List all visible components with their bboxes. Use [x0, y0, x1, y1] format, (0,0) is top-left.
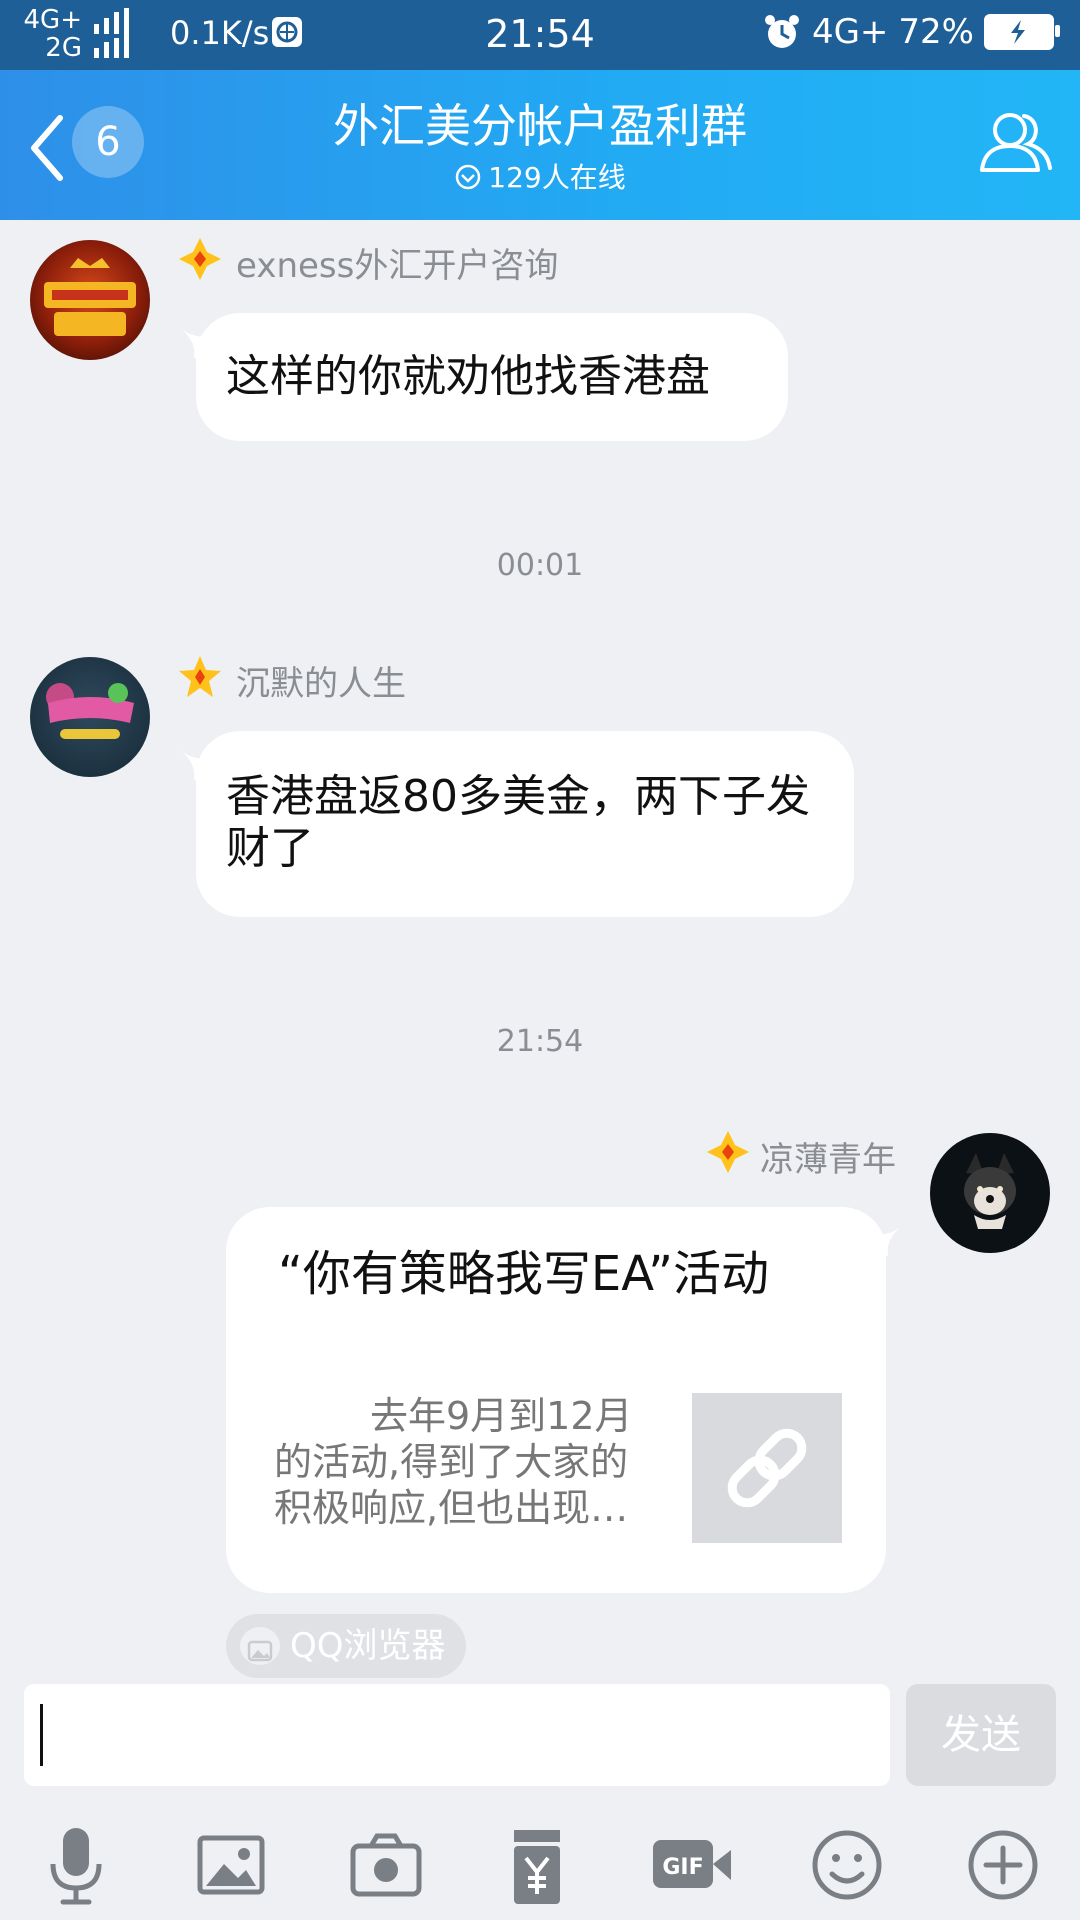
input-toolbar: GIF [0, 1810, 1080, 1920]
gif-icon[interactable]: GIF [647, 1820, 737, 1910]
timestamp: 00:01 [496, 548, 584, 583]
level-diamond-icon [707, 1131, 749, 1173]
battery-charging-icon [984, 14, 1060, 50]
sender-name[interactable]: exness外汇开户咨询 [236, 238, 558, 287]
source-app-name: QQ浏览器 [290, 1626, 446, 1666]
timestamp: 21:54 [496, 1024, 584, 1059]
emoji-icon[interactable] [802, 1820, 892, 1910]
card-description: 去年9月到12月的活动,得到了大家的积极响应,但也出现… [274, 1393, 664, 1531]
avatar[interactable] [930, 1133, 1050, 1253]
picture-icon [240, 1627, 280, 1665]
status-bar: 4G+ 2G 0.1K/s 21:54 4G+ 72% [0, 0, 1080, 70]
network-right: 4G+ [811, 12, 889, 52]
level-diamond-icon [179, 238, 221, 280]
status-right: 4G+ 72% [762, 12, 1060, 52]
send-button[interactable]: 发送 [906, 1684, 1056, 1786]
avatar[interactable] [30, 657, 150, 777]
group-title[interactable]: 外汇美分帐户盈利群 [0, 90, 1080, 156]
group-members-icon[interactable] [974, 104, 1054, 184]
sender-name[interactable]: 沉默的人生 [236, 656, 406, 705]
image-icon[interactable] [186, 1820, 276, 1910]
svg-text:GIF: GIF [662, 1855, 703, 1880]
sender-name[interactable]: 凉薄青年 [760, 1132, 896, 1181]
card-thumbnail [692, 1393, 842, 1543]
link-card[interactable]: “你有策略我写EA”活动 去年9月到12月的活动,得到了大家的积极响应,但也出现… [226, 1207, 886, 1593]
card-description-text: 去年9月到12月的活动,得到了大家的积极响应,但也出现… [274, 1394, 633, 1530]
microphone-icon[interactable] [31, 1820, 121, 1910]
online-status-icon [456, 164, 481, 190]
text-cursor [40, 1704, 43, 1766]
message-bubble[interactable]: 香港盘返80多美金，两下子发财了 [196, 731, 854, 917]
message-bubble[interactable]: 这样的你就劝他找香港盘 [196, 313, 788, 441]
avatar[interactable] [30, 240, 150, 360]
battery-percent: 72% [898, 12, 974, 52]
source-app-chip[interactable]: QQ浏览器 [226, 1614, 466, 1678]
message-text: 香港盘返80多美金，两下子发财了 [226, 771, 810, 874]
level-star-icon [179, 656, 221, 697]
message-text: 这样的你就劝他找香港盘 [226, 351, 710, 402]
online-count: 129人在线 [0, 156, 1080, 196]
chat-header: 6 外汇美分帐户盈利群 129人在线 [0, 70, 1080, 220]
alarm-icon [764, 15, 799, 48]
link-icon [727, 1428, 807, 1508]
message-input[interactable] [24, 1684, 890, 1786]
online-count-text: 129人在线 [488, 161, 626, 194]
red-packet-icon[interactable] [492, 1820, 582, 1910]
camera-icon[interactable] [341, 1820, 431, 1910]
plus-icon[interactable] [958, 1820, 1048, 1910]
card-title: “你有策略我写EA”活动 [278, 1246, 769, 1302]
